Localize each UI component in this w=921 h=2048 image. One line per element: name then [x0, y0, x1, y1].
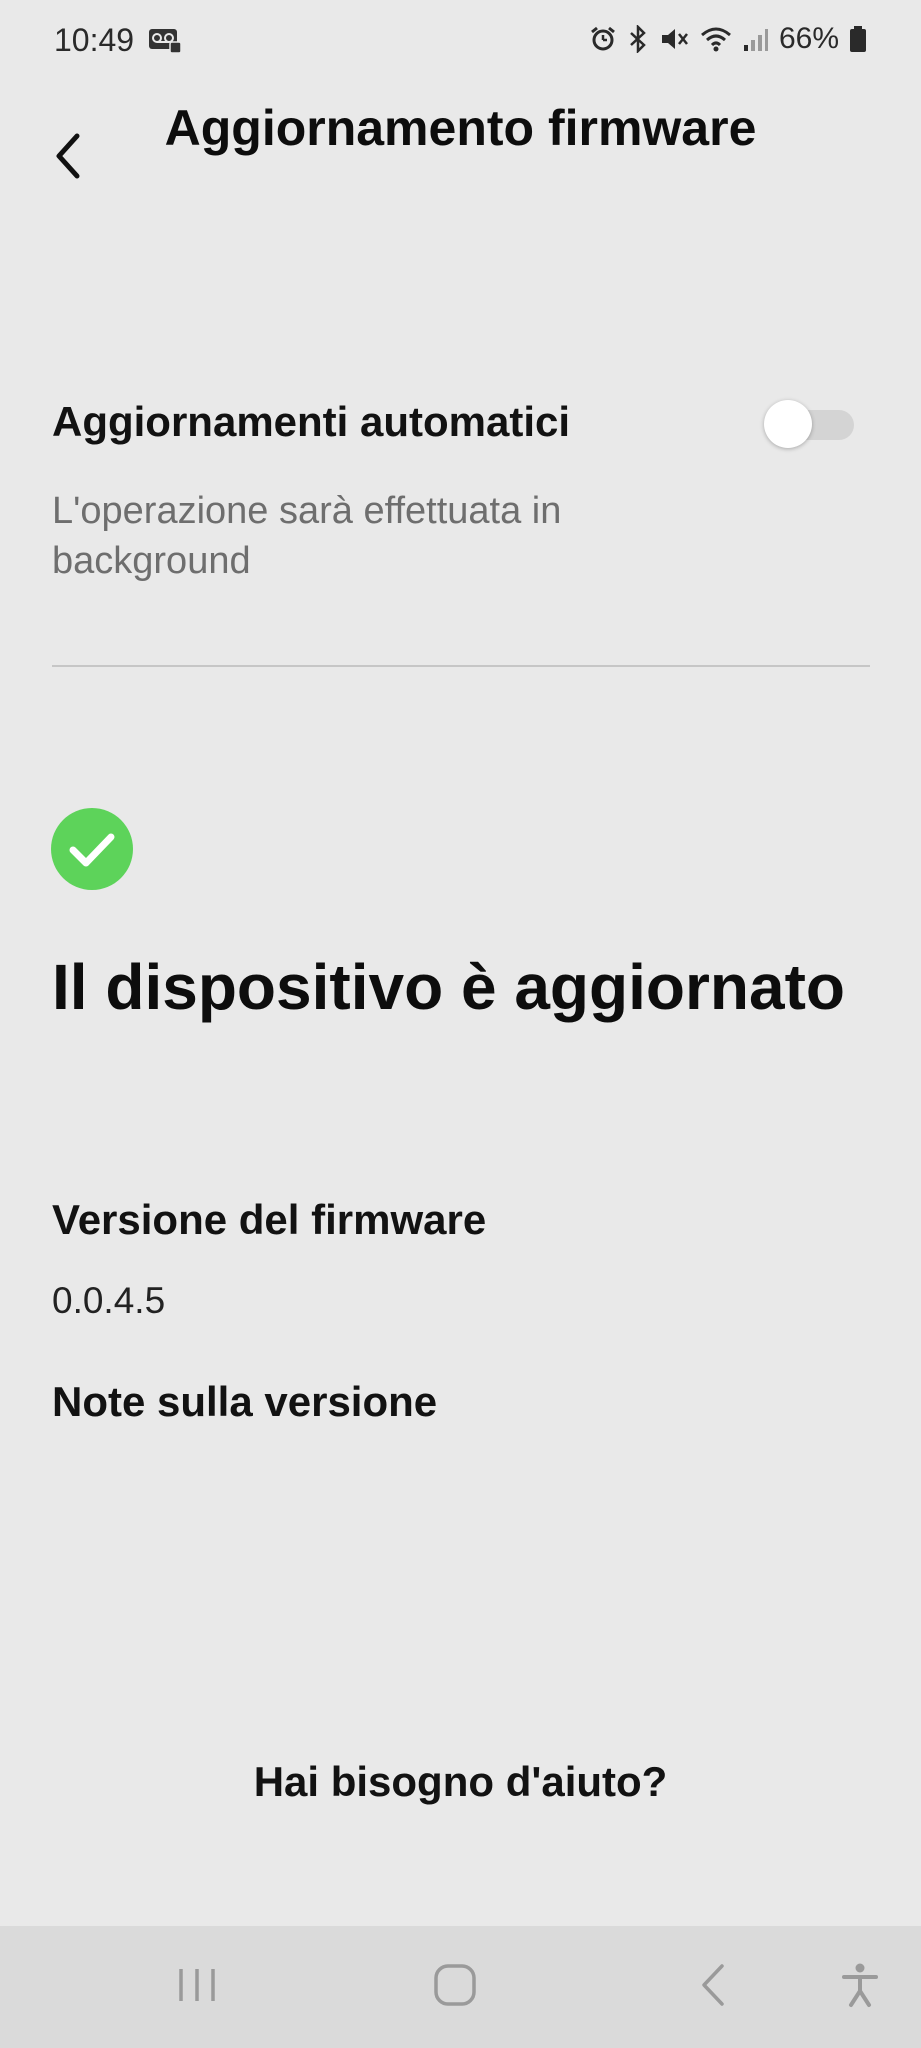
system-back-button[interactable]	[666, 1926, 760, 2048]
status-title: Il dispositivo è aggiornato	[52, 951, 845, 1023]
toggle-knob	[764, 400, 812, 448]
divider	[52, 665, 870, 667]
release-notes-link[interactable]: Note sulla versione	[52, 1378, 437, 1426]
auto-updates-description: L'operazione sarà effettuata in backgrou…	[52, 490, 562, 582]
help-link[interactable]: Hai bisogno d'aiuto?	[0, 1758, 921, 1806]
recent-apps-icon	[175, 1965, 219, 2010]
battery-label: 66%	[778, 22, 839, 55]
accessibility-button[interactable]	[820, 1926, 900, 2048]
auto-updates-toggle[interactable]	[764, 400, 854, 448]
status-time: 10:49	[54, 22, 135, 58]
back-arrow-icon	[698, 1962, 728, 2013]
home-button[interactable]	[408, 1926, 502, 2048]
firmware-version-label: Versione del firmware	[52, 1196, 487, 1243]
signal-icon	[743, 25, 769, 53]
check-circle-icon	[51, 808, 133, 890]
voicemail-icon	[148, 28, 182, 59]
auto-updates-label: Aggiornamenti automatici	[52, 398, 571, 445]
bluetooth-icon	[627, 25, 649, 53]
recent-apps-button[interactable]	[150, 1926, 244, 2048]
chevron-left-icon	[53, 132, 83, 185]
status-icons: 66%	[589, 22, 867, 56]
accessibility-icon	[840, 1962, 880, 2013]
page-title: Aggiornamento firmware	[164, 100, 757, 156]
mute-icon	[659, 25, 689, 53]
wifi-icon	[699, 25, 733, 53]
battery-icon	[849, 25, 867, 53]
alarm-icon	[589, 25, 617, 53]
home-icon	[432, 1962, 478, 2013]
navigation-bar	[0, 1926, 921, 2048]
back-button[interactable]	[48, 128, 88, 188]
firmware-version-value: 0.0.4.5	[52, 1280, 166, 1321]
